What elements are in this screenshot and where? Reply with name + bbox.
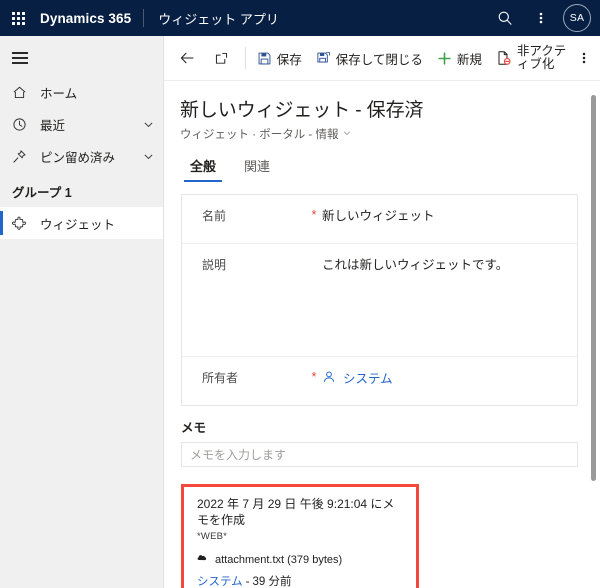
note-footer: システム - 39 分前 bbox=[197, 573, 406, 588]
plus-icon bbox=[437, 51, 452, 66]
sidebar: ホーム 最近 ピン留め済み グループ 1 ウィジェット bbox=[0, 36, 164, 588]
owner-name: システム bbox=[343, 372, 393, 386]
main-area: 保存 保存して閉じる 新規 非アクティブ化 新しいウィジェット - 保存済 ウィ… bbox=[164, 36, 600, 588]
note-author[interactable]: システム bbox=[197, 573, 243, 588]
new-label: 新規 bbox=[456, 52, 482, 67]
deactivate-label: 非アクティブ化 bbox=[516, 44, 567, 71]
avatar[interactable]: SA bbox=[563, 4, 591, 32]
sidebar-item-label: ウィジェット bbox=[40, 217, 116, 232]
sidebar-item-home[interactable]: ホーム bbox=[0, 76, 163, 108]
note-card[interactable]: 2022 年 7 月 29 日 午後 9:21:04 にメモを作成 *WEB* … bbox=[181, 484, 419, 588]
save-and-close-icon bbox=[316, 51, 331, 66]
chevron-down-icon[interactable] bbox=[142, 150, 155, 163]
form-area: 名前 * 新しいウィジェット 説明 これは新しいウィジェットです。 所有者 * bbox=[164, 182, 600, 588]
sidebar-item-recent[interactable]: 最近 bbox=[0, 108, 163, 140]
more-vertical-icon[interactable] bbox=[524, 1, 558, 35]
vertical-scrollbar[interactable] bbox=[590, 91, 597, 534]
note-body: *WEB* bbox=[197, 531, 228, 542]
hamburger-menu-icon[interactable] bbox=[0, 40, 163, 76]
notes-section-label: メモ bbox=[181, 421, 207, 435]
save-icon bbox=[257, 51, 272, 66]
sidebar-item-label: ホーム bbox=[40, 86, 78, 101]
note-separator: - bbox=[245, 576, 250, 588]
note-attachment[interactable]: attachment.txt (379 bytes) bbox=[197, 552, 406, 567]
form-row-name: 名前 * 新しいウィジェット bbox=[182, 195, 577, 244]
note-timestamp: 39 分前 bbox=[253, 573, 292, 588]
save-and-close-label: 保存して閉じる bbox=[335, 52, 423, 67]
search-icon[interactable] bbox=[488, 1, 522, 35]
field-value-owner[interactable]: システム bbox=[322, 370, 577, 389]
new-button[interactable]: 新規 bbox=[430, 37, 489, 79]
tab-related[interactable]: 関連 bbox=[234, 152, 280, 182]
home-icon bbox=[12, 85, 30, 100]
field-label-name: 名前 bbox=[202, 209, 227, 223]
chevron-down-icon[interactable] bbox=[342, 128, 352, 141]
save-button[interactable]: 保存 bbox=[250, 37, 309, 79]
widget-icon bbox=[12, 216, 30, 231]
popout-icon bbox=[214, 51, 229, 66]
top-navigation-actions: SA bbox=[488, 1, 600, 35]
form-content: 新しいウィジェット - 保存済 ウィジェット · ポータル - 情報 全般 関連 bbox=[164, 81, 600, 588]
popout-button[interactable] bbox=[207, 37, 241, 79]
command-bar: 保存 保存して閉じる 新規 非アクティブ化 bbox=[164, 36, 600, 81]
app-name[interactable]: ウィジェット アプリ bbox=[144, 9, 279, 28]
app-window: Dynamics 365 ウィジェット アプリ SA ホーム 最近 ピン留め済み… bbox=[0, 0, 600, 588]
pin-icon bbox=[12, 149, 30, 164]
back-button[interactable] bbox=[172, 37, 207, 79]
notes-input[interactable]: メモを入力します bbox=[181, 442, 578, 467]
save-and-close-button[interactable]: 保存して閉じる bbox=[309, 37, 430, 79]
scrollbar-thumb[interactable] bbox=[591, 95, 596, 481]
field-label-owner: 所有者 bbox=[202, 371, 239, 385]
page-title: 新しいウィジェット - 保存済 bbox=[180, 100, 424, 121]
form-card: 名前 * 新しいウィジェット 説明 これは新しいウィジェットです。 所有者 * bbox=[181, 194, 578, 406]
deactivate-button[interactable]: 非アクティブ化 bbox=[489, 37, 575, 79]
breadcrumb: ウィジェット · ポータル - 情報 bbox=[180, 126, 600, 142]
note-title: 2022 年 7 月 29 日 午後 9:21:04 にメモを作成 bbox=[197, 497, 395, 527]
command-overflow-button[interactable] bbox=[575, 37, 594, 79]
brand-title[interactable]: Dynamics 365 bbox=[36, 11, 143, 26]
app-body: ホーム 最近 ピン留め済み グループ 1 ウィジェット 保存 保存して閉じる 新… bbox=[0, 36, 600, 588]
back-arrow-icon bbox=[179, 50, 195, 66]
sidebar-item-label: ピン留め済み bbox=[40, 150, 116, 165]
top-navigation-bar: Dynamics 365 ウィジェット アプリ SA bbox=[0, 0, 600, 36]
clock-icon bbox=[12, 117, 30, 132]
attachment-icon bbox=[197, 552, 209, 567]
form-tabs: 全般 関連 bbox=[164, 152, 600, 182]
person-icon bbox=[322, 370, 336, 389]
attachment-name: attachment.txt (379 bytes) bbox=[215, 553, 343, 566]
form-row-owner: 所有者 * システム bbox=[182, 357, 577, 405]
app-launcher-icon[interactable] bbox=[0, 0, 36, 36]
command-separator bbox=[245, 47, 246, 69]
sidebar-group-title: グループ 1 bbox=[12, 186, 72, 200]
required-indicator: * bbox=[311, 207, 317, 222]
sidebar-item-widget[interactable]: ウィジェット bbox=[0, 207, 163, 239]
notes-input-placeholder: メモを入力します bbox=[190, 448, 287, 462]
form-row-description: 説明 これは新しいウィジェットです。 bbox=[182, 244, 577, 357]
breadcrumb-label: ウィジェット · ポータル - 情報 bbox=[180, 129, 339, 141]
field-label-description: 説明 bbox=[202, 258, 227, 272]
tab-general[interactable]: 全般 bbox=[180, 152, 226, 182]
chevron-down-icon[interactable] bbox=[142, 118, 155, 131]
required-indicator: * bbox=[311, 369, 317, 384]
field-value-name[interactable]: 新しいウィジェット bbox=[322, 208, 577, 225]
sidebar-item-pinned[interactable]: ピン留め済み bbox=[0, 140, 163, 172]
save-label: 保存 bbox=[276, 52, 302, 67]
deactivate-icon bbox=[496, 50, 512, 66]
field-value-description[interactable]: これは新しいウィジェットです。 bbox=[322, 257, 577, 274]
sidebar-item-label: 最近 bbox=[40, 118, 66, 133]
page-header: 新しいウィジェット - 保存済 ウィジェット · ポータル - 情報 bbox=[164, 81, 600, 142]
